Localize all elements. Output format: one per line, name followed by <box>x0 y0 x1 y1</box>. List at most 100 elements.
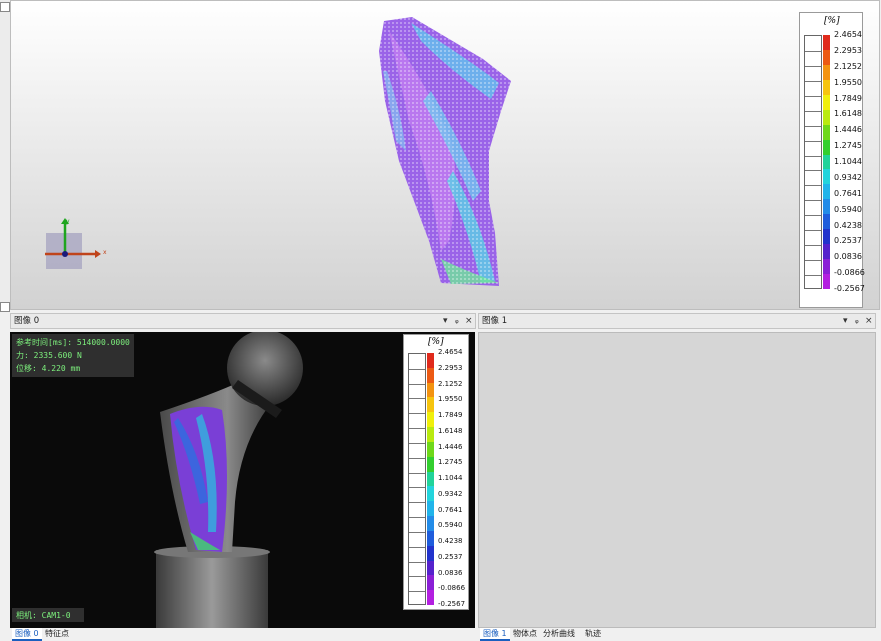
legend-color-segment <box>427 471 434 487</box>
axis-x-label: x <box>103 249 107 256</box>
legend-color-segment <box>427 560 434 576</box>
legend-unit: [%] <box>428 337 444 347</box>
legend-color-segment <box>823 259 830 275</box>
force-text: 力: 2335.600 N <box>16 351 82 360</box>
legend-color-segment <box>823 79 830 96</box>
3d-view[interactable]: y x [%] 2.4654 2.2953 2.1252 1.9550 1.7849 1.… <box>10 0 880 310</box>
displacement-text: 位移: 4.220 mm <box>16 364 81 373</box>
dropdown-icon[interactable]: ▾ <box>443 314 448 328</box>
legend-tick-label: 0.5940 <box>438 521 463 530</box>
legend-tick-label: 0.0836 <box>834 252 862 262</box>
legend-tick-label: 2.2953 <box>834 45 862 55</box>
legend-tick-label: 1.9550 <box>834 77 862 87</box>
legend-tick-label: 1.4446 <box>438 442 463 451</box>
legend-color-segment <box>823 94 830 111</box>
camera-image-view-empty[interactable] <box>478 332 876 628</box>
legend-color-segment <box>427 441 434 458</box>
tabbar-right: 图像 1 物体点 分析曲线 轨迹 <box>478 628 876 641</box>
legend-color-segment <box>823 199 830 215</box>
legend-tick-label: 0.9342 <box>438 489 463 498</box>
legend-histogram <box>804 35 822 289</box>
tab-analysis-curve[interactable]: 分析曲线 <box>540 628 578 639</box>
legend-tick-label: -0.0866 <box>834 268 865 278</box>
pin-icon[interactable]: ᵩ <box>455 314 459 328</box>
legend-color-segment <box>427 353 434 369</box>
camera-label: 相机: CAM1-0 <box>12 608 84 622</box>
legend-color-segment <box>823 274 830 290</box>
legend-tick-label: 1.1044 <box>438 474 463 482</box>
toolbar-toggle-icon[interactable] <box>0 302 10 312</box>
legend-color-segment <box>427 427 434 443</box>
legend-color-segment <box>427 367 434 384</box>
legend-tick-label: 1.9550 <box>438 395 463 404</box>
legend-tick-label: 0.2537 <box>834 236 862 246</box>
legend-tick-label: -0.0866 <box>438 584 466 593</box>
legend-color-segment <box>823 49 830 66</box>
3d-strain-field <box>379 17 511 286</box>
axis-triad-icon <box>45 218 101 258</box>
legend-tick-label: 0.4238 <box>438 537 463 545</box>
legend-tick-label: 2.2953 <box>438 363 463 372</box>
tab-image1[interactable]: 图像 1 <box>480 628 510 641</box>
legend-color-segment <box>823 124 830 141</box>
legend-color-segment <box>823 169 830 185</box>
legend-tick-label: 0.0836 <box>438 568 463 577</box>
camera-text: 相机: CAM1-0 <box>16 611 71 620</box>
legend-color-segment <box>427 397 434 413</box>
close-icon[interactable]: × <box>465 314 473 328</box>
legend-tick-label: 1.7849 <box>438 411 463 419</box>
legend-tick-label: 2.1252 <box>438 379 463 388</box>
legend-histogram <box>408 353 426 605</box>
camera-image-view[interactable]: 参考时间[ms]: 514000.0000 力: 2335.600 N 位移: … <box>10 332 475 628</box>
legend-color-segment <box>427 590 434 606</box>
legend-color-segment <box>823 244 830 260</box>
legend-color-segment <box>427 412 434 428</box>
color-legend: [%] 2.4654 2.2953 2.1252 1.9550 1.7849 1.6148… <box>403 334 469 610</box>
legend-tick-label: 1.2745 <box>438 458 463 467</box>
pane-title-text: 图像 1 <box>482 316 508 326</box>
legend-color-segment <box>427 530 434 547</box>
legend-color-segment <box>823 214 830 230</box>
color-legend: [%] 2.4654 2.2953 2.1252 1.9550 1.7849 1.6148… <box>799 12 865 308</box>
measurement-overlay: 参考时间[ms]: 514000.0000 力: 2335.600 N 位移: … <box>12 334 134 377</box>
tab-object-points[interactable]: 物体点 <box>510 628 540 639</box>
legend-color-segment <box>823 139 830 156</box>
legend-tick-label: 1.1044 <box>834 157 862 166</box>
legend-color-segment <box>427 501 434 517</box>
legend-tick-label: 1.2745 <box>834 141 862 151</box>
tab-image0[interactable]: 图像 0 <box>12 628 42 641</box>
ref-time-text: 参考时间[ms]: 514000.0000 <box>16 338 130 347</box>
legend-color-segment <box>823 229 830 245</box>
pane-title-image1: 图像 1 ▾ ᵩ × <box>478 313 876 329</box>
legend-color-segment <box>823 35 830 51</box>
legend-color-segment <box>427 382 434 398</box>
legend-color-segment <box>427 486 434 502</box>
legend-tick-label: 1.6148 <box>834 109 862 119</box>
tab-trajectory[interactable]: 轨迹 <box>582 628 604 639</box>
legend-tick-label: 1.7849 <box>834 93 862 103</box>
legend-tick-label: 1.6148 <box>438 426 463 435</box>
legend-tick-label: -0.2567 <box>834 284 865 293</box>
pin-icon[interactable]: ᵩ <box>855 314 859 328</box>
pane-title-text: 图像 0 <box>14 316 40 326</box>
axis-y-label: y <box>66 218 70 225</box>
legend-tick-label: -0.2567 <box>438 600 466 608</box>
legend-tick-label: 0.4238 <box>834 220 862 230</box>
tabbar-left: 图像 0 特征点 <box>10 628 476 641</box>
legend-color-segment <box>427 516 434 532</box>
toolbar-toggle-icon[interactable] <box>0 2 10 12</box>
dropdown-icon[interactable]: ▾ <box>843 314 848 328</box>
legend-color-segment <box>427 456 434 473</box>
legend-color-segment <box>427 545 434 562</box>
pane-title-image0: 图像 0 ▾ ᵩ × <box>10 313 476 329</box>
legend-tick-label: 1.4446 <box>834 125 862 135</box>
legend-tick-label: 0.9342 <box>834 172 862 182</box>
legend-color-segment <box>823 64 830 81</box>
close-icon[interactable]: × <box>865 314 873 328</box>
legend-color-segment <box>427 575 434 591</box>
legend-unit: [%] <box>824 16 840 26</box>
legend-tick-label: 2.4654 <box>438 348 463 356</box>
tab-feature-points[interactable]: 特征点 <box>42 628 72 639</box>
legend-color-segment <box>823 154 830 170</box>
legend-tick-label: 2.4654 <box>834 30 862 39</box>
